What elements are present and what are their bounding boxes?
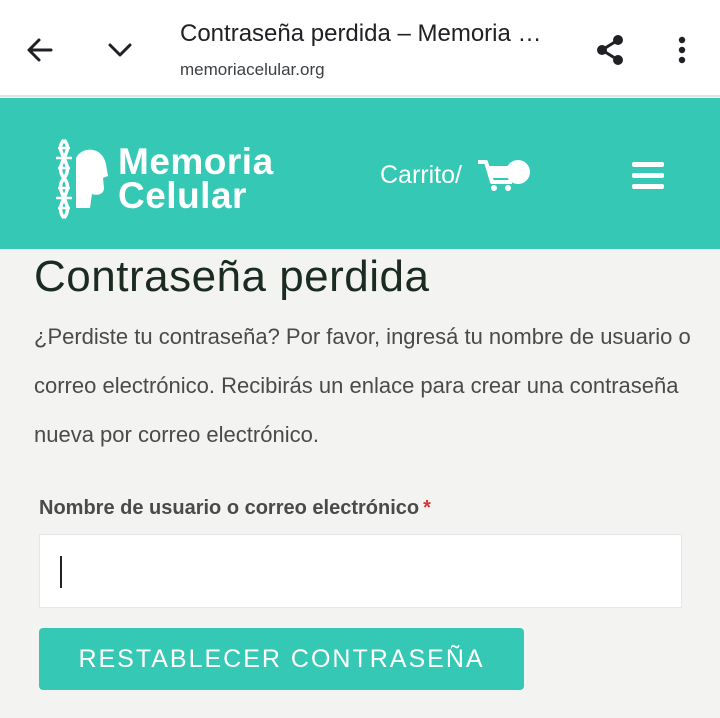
username-email-input[interactable] — [39, 534, 682, 608]
share-button[interactable] — [588, 28, 632, 72]
share-icon — [597, 35, 623, 65]
logo-line-2: Celular — [118, 175, 247, 216]
page-title: Contraseña perdida — [34, 252, 430, 301]
page-url[interactable]: memoriacelular.org — [180, 60, 325, 80]
browser-toolbar: Contraseña perdida – Memoria … memoriace… — [0, 0, 720, 97]
site-header: Memoria Celular Carrito/ — [0, 98, 720, 249]
back-button[interactable] — [18, 28, 62, 72]
username-email-label: Nombre de usuario o correo electrónico * — [39, 497, 431, 520]
page-tab-title: Contraseña perdida – Memoria … — [180, 20, 542, 47]
hamburger-menu-icon[interactable] — [632, 162, 668, 198]
text-cursor — [60, 556, 62, 588]
tabs-dropdown-button[interactable] — [98, 28, 142, 72]
back-arrow-icon — [27, 38, 53, 62]
reset-password-button[interactable]: RESTABLECER CONTRASEÑA — [39, 628, 524, 690]
logo-line-1: Memoria — [118, 141, 274, 182]
shopping-cart-icon — [477, 160, 530, 191]
chevron-down-icon — [108, 43, 132, 57]
site-logo[interactable]: Memoria Celular — [50, 136, 274, 222]
browser-menu-button[interactable] — [660, 28, 704, 72]
field-label-text: Nombre de usuario o correo electrónico — [39, 497, 420, 519]
cart-link[interactable]: Carrito/ — [380, 158, 536, 192]
cart-label: Carrito/ — [380, 160, 462, 189]
required-asterisk: * — [423, 497, 431, 519]
dna-head-logo-icon — [56, 138, 108, 220]
site-logo-text: Memoria Celular — [118, 141, 274, 216]
instructions-text: ¿Perdiste tu contraseña? Por favor, ingr… — [34, 324, 691, 447]
more-vertical-icon — [678, 36, 686, 64]
